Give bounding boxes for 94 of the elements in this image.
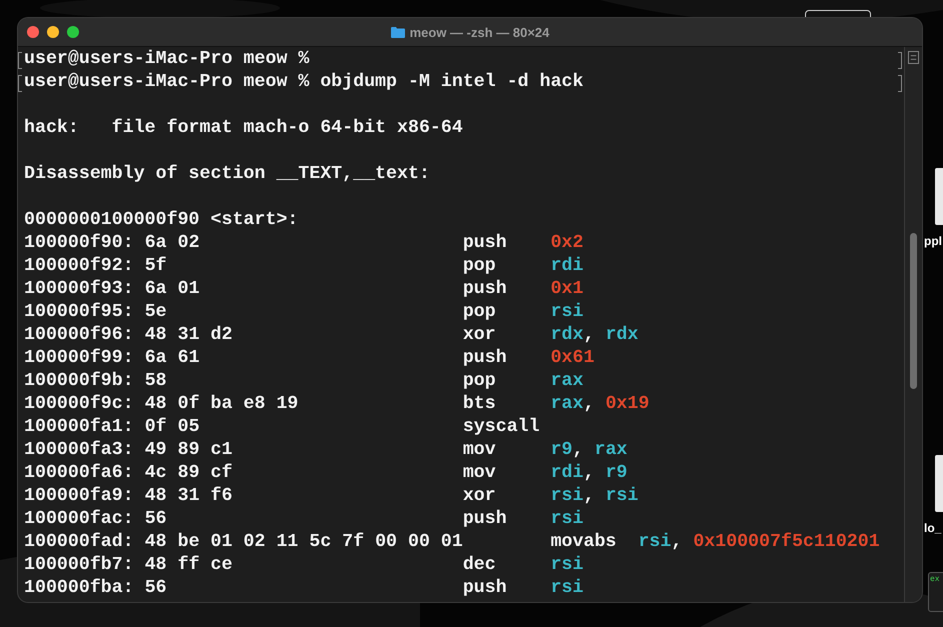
operand-separator: ,	[583, 462, 594, 485]
marks-icon[interactable]	[908, 51, 919, 64]
desktop-icon-label[interactable]: lo_	[924, 521, 942, 535]
window-title: meow — -zsh — 80×24	[410, 24, 550, 40]
instruction-address: 100000fa1:	[24, 416, 134, 439]
instruction-bytes: 4c 89 cf	[144, 462, 232, 485]
instruction-address: 100000fa6:	[24, 462, 134, 485]
immediate-operand: 0x2	[550, 232, 584, 255]
instruction-address: 100000f92:	[24, 255, 134, 278]
terminal-thumbnail[interactable]: ex	[928, 572, 943, 612]
instruction-bytes: 48 31 d2	[144, 324, 232, 347]
register-operand: rdx	[605, 324, 638, 347]
register-operand: rax	[550, 393, 584, 416]
instruction-address: 100000f95:	[24, 301, 134, 324]
immediate-operand: 0x61	[550, 347, 594, 370]
minimize-button[interactable]	[47, 26, 59, 38]
close-button[interactable]	[27, 26, 39, 38]
instruction-address: 100000fa9:	[24, 485, 134, 508]
register-operand: rsi	[550, 508, 584, 531]
instruction-bytes: 0f 05	[144, 416, 200, 439]
desktop-icon-label[interactable]: ppl	[924, 234, 942, 248]
instruction-bytes: 56	[144, 577, 167, 600]
instruction-bytes: 6a 01	[144, 278, 200, 301]
instruction-address: 100000f96:	[24, 324, 134, 347]
immediate-operand: 0x19	[605, 393, 650, 416]
mnemonic: pop	[462, 301, 496, 324]
instruction-address: 100000f9c:	[24, 393, 134, 416]
output-line: 0000000100000f90 <start>:	[24, 209, 298, 232]
mnemonic: xor	[462, 485, 496, 508]
prompt-mark-icon	[18, 75, 22, 92]
mnemonic: mov	[462, 462, 496, 485]
prompt-mark-icon	[18, 52, 22, 69]
register-operand: rax	[594, 439, 628, 462]
register-operand: rsi	[638, 531, 672, 554]
output-line: Disassembly of section __TEXT,__text:	[24, 163, 430, 186]
instruction-bytes: 49 89 c1	[144, 439, 232, 462]
operand-separator: ,	[583, 485, 594, 508]
immediate-operand: 0x100007f5c110201	[693, 531, 880, 554]
register-operand: rdi	[550, 255, 584, 278]
register-operand: rsi	[550, 554, 584, 577]
prompt-line: user@users-iMac-Pro meow % objdump -M intel -d hack	[24, 71, 584, 94]
prompt-mark-icon	[898, 75, 902, 92]
operand-separator: ,	[671, 531, 682, 554]
mnemonic: push	[462, 347, 507, 370]
mnemonic: push	[462, 577, 507, 600]
instruction-bytes: 56	[144, 508, 167, 531]
instruction-address: 100000f90:	[24, 232, 134, 255]
mnemonic: syscall	[462, 416, 540, 439]
mnemonic: push	[462, 278, 507, 301]
zoom-button[interactable]	[67, 26, 79, 38]
instruction-bytes: 5f	[144, 255, 167, 278]
register-operand: r9	[550, 439, 573, 462]
instruction-bytes: 5e	[144, 301, 167, 324]
instruction-bytes: 6a 02	[144, 232, 200, 255]
register-operand: rsi	[550, 301, 584, 324]
mnemonic: mov	[462, 439, 496, 462]
mnemonic: pop	[462, 370, 496, 393]
register-operand: rax	[550, 370, 584, 393]
instruction-address: 100000f9b:	[24, 370, 134, 393]
instruction-address: 100000f93:	[24, 278, 134, 301]
immediate-operand: 0x1	[550, 278, 584, 301]
operand-separator: ,	[572, 439, 584, 462]
folder-icon	[390, 26, 405, 38]
instruction-bytes: 6a 61	[144, 347, 200, 370]
output-line: hack: file format mach-o 64-bit x86-64	[24, 117, 463, 140]
mnemonic: pop	[462, 255, 496, 278]
mnemonic: xor	[462, 324, 496, 347]
instruction-address: 100000f99:	[24, 347, 134, 370]
mnemonic: dec	[462, 554, 496, 577]
mnemonic: movabs	[550, 531, 616, 554]
scrollbar-thumb[interactable]	[910, 233, 917, 389]
instruction-bytes: 58	[144, 370, 167, 393]
instruction-address: 100000fa3:	[24, 439, 134, 462]
instruction-address: 100000fba:	[24, 577, 134, 600]
register-operand: rdx	[550, 324, 584, 347]
instruction-bytes: 48 31 f6	[144, 485, 232, 508]
register-operand: rsi	[605, 485, 638, 508]
instruction-bytes: 48 ff ce	[144, 554, 232, 577]
instruction-bytes: 48 0f ba e8 19	[144, 393, 298, 416]
instruction-address: 100000fac:	[24, 508, 134, 531]
instruction-address: 100000fad:	[24, 531, 134, 554]
register-operand: rsi	[550, 485, 584, 508]
mnemonic: bts	[462, 393, 496, 416]
operand-separator: ,	[583, 324, 594, 347]
register-operand: rdi	[550, 462, 584, 485]
register-operand: r9	[605, 462, 628, 485]
prompt-line: user@users-iMac-Pro meow %	[24, 48, 310, 71]
prompt-mark-icon	[898, 52, 902, 69]
mnemonic: push	[462, 232, 507, 255]
instruction-bytes: 48 be 01 02 11 5c 7f 00 00 01	[144, 531, 463, 554]
mnemonic: push	[462, 508, 507, 531]
operand-separator: ,	[583, 393, 594, 416]
instruction-address: 100000fb7:	[24, 554, 134, 577]
register-operand: rsi	[550, 577, 584, 600]
